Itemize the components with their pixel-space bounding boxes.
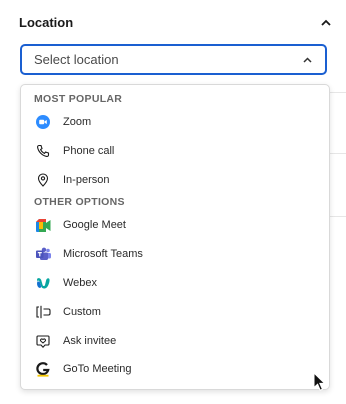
option-label: Google Meet: [63, 219, 126, 231]
option-microsoft-teams[interactable]: Microsoft Teams: [21, 241, 329, 267]
location-panel: Location Select location MOST POPULAR Zo…: [0, 0, 346, 404]
chevron-up-icon[interactable]: [319, 15, 333, 29]
map-pin-icon: [35, 172, 51, 188]
option-custom[interactable]: Custom: [21, 299, 329, 325]
divider: [330, 216, 346, 217]
option-zoom[interactable]: Zoom: [21, 109, 329, 135]
option-in-person[interactable]: In-person: [21, 167, 329, 193]
option-label: Ask invitee: [63, 335, 117, 347]
goto-meeting-icon: [35, 361, 51, 377]
option-label: Phone call: [63, 145, 115, 157]
group-header-other-options: OTHER OPTIONS: [34, 196, 125, 208]
section-title: Location: [19, 14, 74, 30]
option-google-meet[interactable]: Google Meet: [21, 212, 329, 238]
option-goto-meeting[interactable]: GoTo Meeting: [21, 356, 329, 382]
divider: [330, 153, 346, 154]
option-label: Zoom: [63, 116, 92, 128]
phone-icon: [35, 143, 51, 159]
option-label: GoTo Meeting: [63, 363, 132, 375]
option-ask-invitee[interactable]: Ask invitee: [21, 328, 329, 354]
location-dropdown-menu: MOST POPULAR Zoom Phone call In-person O…: [20, 84, 330, 390]
chevron-up-icon: [301, 54, 313, 66]
option-label: Webex: [63, 277, 98, 289]
location-select[interactable]: Select location: [20, 44, 327, 75]
select-placeholder: Select location: [34, 52, 119, 67]
ask-invitee-icon: [35, 333, 51, 349]
group-header-most-popular: MOST POPULAR: [34, 93, 123, 105]
google-meet-icon: [35, 217, 51, 233]
divider: [330, 92, 346, 93]
option-label: Custom: [63, 306, 101, 318]
option-webex[interactable]: Webex: [21, 270, 329, 296]
zoom-icon: [35, 114, 51, 130]
option-label: In-person: [63, 174, 110, 186]
custom-location-icon: [35, 304, 51, 320]
mouse-pointer-icon: [313, 372, 326, 391]
option-label: Microsoft Teams: [63, 248, 143, 260]
location-section-header[interactable]: Location: [19, 12, 335, 32]
option-phone-call[interactable]: Phone call: [21, 138, 329, 164]
webex-icon: [35, 275, 51, 291]
microsoft-teams-icon: [35, 246, 51, 262]
